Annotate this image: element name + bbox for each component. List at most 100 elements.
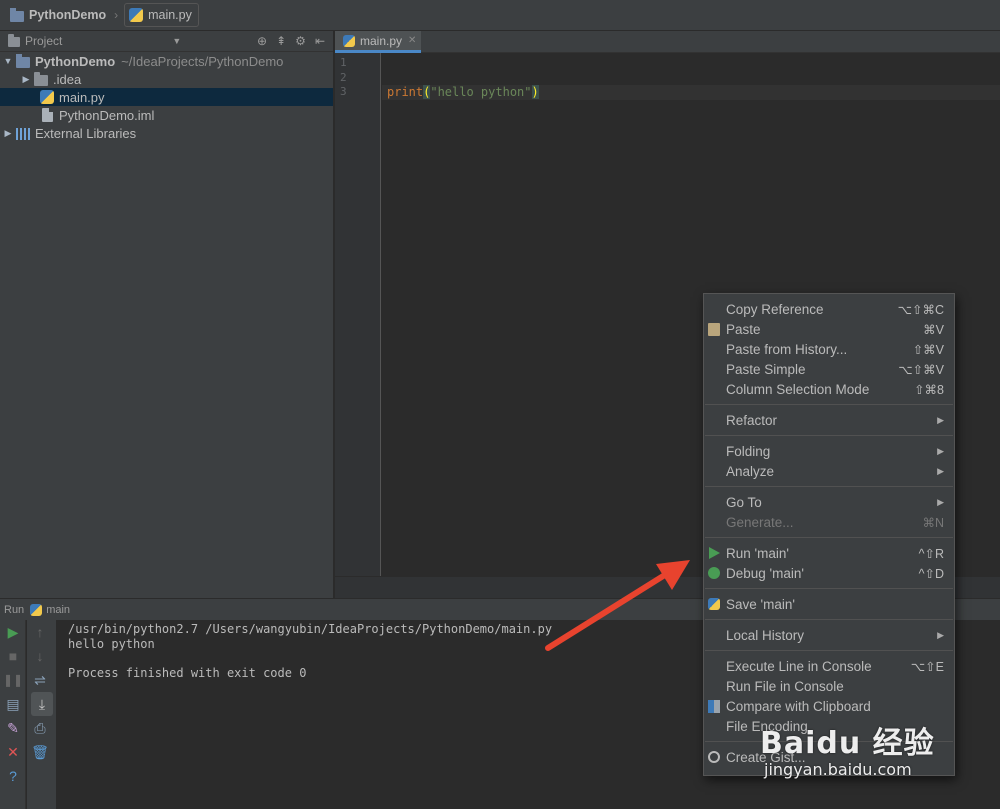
tab-main-py[interactable]: main.py ✕: [335, 31, 421, 53]
tab-label: main.py: [360, 33, 403, 48]
close-icon[interactable]: ✕: [0, 740, 26, 764]
gear-icon[interactable]: ⚙: [295, 34, 306, 48]
menu-item-paste-simple[interactable]: Paste Simple ⌥⇧⌘V: [704, 359, 954, 379]
menu-item-label: Paste: [726, 321, 761, 337]
soft-wrap-icon[interactable]: ⇌: [27, 668, 53, 692]
menu-item-refactor[interactable]: Refactor ▶: [704, 410, 954, 430]
python-file-icon: [40, 90, 54, 104]
scroll-to-end-icon[interactable]: ⤓: [31, 692, 53, 716]
pin-icon[interactable]: ✎: [0, 716, 26, 740]
breadcrumb-file[interactable]: main.py: [124, 3, 199, 27]
rerun-icon[interactable]: ▶: [0, 620, 26, 644]
menu-item-analyze[interactable]: Analyze ▶: [704, 461, 954, 481]
menu-item-run-main[interactable]: Run 'main' ^⇧R: [704, 543, 954, 563]
menu-item-label: Analyze: [726, 463, 775, 479]
code-line[interactable]: [382, 56, 1000, 71]
project-view-icon: [8, 34, 20, 47]
menu-item-local-history[interactable]: Local History ▶: [704, 625, 954, 645]
code-token-string: "hello python": [430, 85, 532, 99]
tree-item-label: .idea: [53, 71, 82, 87]
pause-icon[interactable]: ❚❚: [0, 668, 26, 692]
menu-item-shortcut: ^⇧D: [918, 566, 944, 581]
code-token-close-paren: ): [531, 85, 539, 99]
run-panel-title: Run: [4, 603, 25, 616]
code-line-current[interactable]: print("hello python"): [382, 85, 1000, 100]
menu-item-label: Copy Reference: [726, 301, 824, 317]
menu-item-generate: Generate... ⌘N: [704, 512, 954, 532]
menu-item-label: Generate...: [726, 514, 794, 530]
breadcrumb-project-label: PythonDemo: [29, 8, 107, 22]
github-icon: [708, 751, 720, 763]
python-file-icon: [129, 8, 144, 22]
python-config-icon: [708, 598, 720, 610]
arrow-up-icon[interactable]: ↑: [27, 620, 53, 644]
stop-icon[interactable]: ■: [0, 644, 26, 668]
menu-item-label: Execute Line in Console: [726, 658, 872, 674]
menu-item-shortcut: ⌘N: [922, 515, 944, 530]
menu-item-run-file-in-console[interactable]: Run File in Console: [704, 676, 954, 696]
menu-item-debug-main[interactable]: Debug 'main' ^⇧D: [704, 563, 954, 583]
tree-item-external-libraries[interactable]: ▶ External Libraries: [0, 124, 333, 142]
editor-context-menu: Copy Reference ⌥⇧⌘C Paste ⌘V Paste from …: [703, 293, 955, 776]
python-config-icon: [30, 603, 43, 616]
menu-item-save-main[interactable]: Save 'main': [704, 594, 954, 614]
menu-item-label: Folding: [726, 443, 771, 459]
close-icon[interactable]: ✕: [408, 35, 416, 46]
layout-icon[interactable]: ▤: [0, 692, 26, 716]
menu-item-folding[interactable]: Folding ▶: [704, 441, 954, 461]
help-icon[interactable]: ?: [0, 764, 26, 788]
collapsed-arrow-icon[interactable]: ▶: [0, 128, 16, 139]
scroll-from-source-icon[interactable]: ⊕: [257, 34, 267, 48]
menu-item-execute-line-in-console[interactable]: Execute Line in Console ⌥⇧E: [704, 656, 954, 676]
project-folder-icon: [10, 7, 24, 22]
menu-separator: [705, 588, 953, 589]
code-line[interactable]: [382, 71, 1000, 86]
collapsed-arrow-icon[interactable]: ▶: [18, 74, 34, 85]
menu-separator: [705, 435, 953, 436]
navigation-bar: PythonDemo › main.py: [0, 0, 1000, 31]
expanded-arrow-icon[interactable]: ▼: [0, 56, 16, 66]
menu-separator: [705, 619, 953, 620]
tree-item-label: PythonDemo.iml: [59, 107, 155, 123]
menu-item-shortcut: ⌘V: [923, 322, 944, 337]
menu-separator: [705, 650, 953, 651]
menu-item-label: Paste Simple: [726, 361, 806, 377]
baidu-jingyan-watermark: Baidu 经验 jingyan.baidu.com: [760, 718, 995, 788]
menu-item-shortcut: ⇧⌘8: [914, 382, 944, 397]
trash-icon[interactable]: 🗑: [27, 740, 53, 764]
menu-item-label: Paste from History...: [726, 341, 848, 357]
menu-item-label: Run 'main': [726, 545, 789, 561]
menu-item-column-selection-mode[interactable]: Column Selection Mode ⇧⌘8: [704, 379, 954, 399]
tree-item-main-py[interactable]: main.py: [0, 88, 333, 106]
submenu-arrow-icon: ▶: [937, 445, 944, 456]
hide-panel-icon[interactable]: ⇤: [315, 34, 325, 48]
arrow-down-icon[interactable]: ↓: [27, 644, 53, 668]
tree-item-label: main.py: [59, 89, 105, 105]
print-icon[interactable]: ⎙: [27, 716, 53, 740]
menu-item-shortcut: ⌥⇧⌘V: [898, 362, 944, 377]
tree-root-project[interactable]: ▼ PythonDemo ~/IdeaProjects/PythonDemo: [0, 52, 333, 70]
project-view-selector[interactable]: Project: [25, 34, 62, 48]
breadcrumb-project[interactable]: PythonDemo: [6, 3, 112, 27]
menu-item-label: Refactor: [726, 412, 778, 428]
debug-bug-icon: [708, 567, 720, 579]
menu-item-label: Debug 'main': [726, 565, 804, 581]
tree-item-idea[interactable]: ▶ .idea: [0, 70, 333, 88]
line-number: 1: [340, 56, 347, 69]
menu-item-paste-from-history[interactable]: Paste from History... ⇧⌘V: [704, 339, 954, 359]
submenu-arrow-icon: ▶: [937, 496, 944, 507]
submenu-arrow-icon: ▶: [937, 629, 944, 640]
menu-item-paste[interactable]: Paste ⌘V: [704, 319, 954, 339]
chevron-down-icon[interactable]: ▼: [172, 36, 181, 46]
menu-item-label: Local History: [726, 627, 805, 643]
tree-item-iml[interactable]: PythonDemo.iml: [0, 106, 333, 124]
watermark-url: jingyan.baidu.com: [764, 760, 912, 779]
menu-item-go-to[interactable]: Go To ▶: [704, 492, 954, 512]
menu-item-label: Column Selection Mode: [726, 381, 870, 397]
run-config-name[interactable]: main: [46, 604, 70, 616]
collapse-all-icon[interactable]: ⇞: [276, 34, 286, 48]
project-tool-window: Project ▼ ⊕ ⇞ ⚙ ⇤ ▼ PythonDemo ~/IdeaPro…: [0, 31, 334, 598]
menu-item-copy-reference[interactable]: Copy Reference ⌥⇧⌘C: [704, 299, 954, 319]
menu-item-label: Compare with Clipboard: [726, 698, 871, 714]
menu-item-compare-with-clipboard[interactable]: Compare with Clipboard: [704, 696, 954, 716]
